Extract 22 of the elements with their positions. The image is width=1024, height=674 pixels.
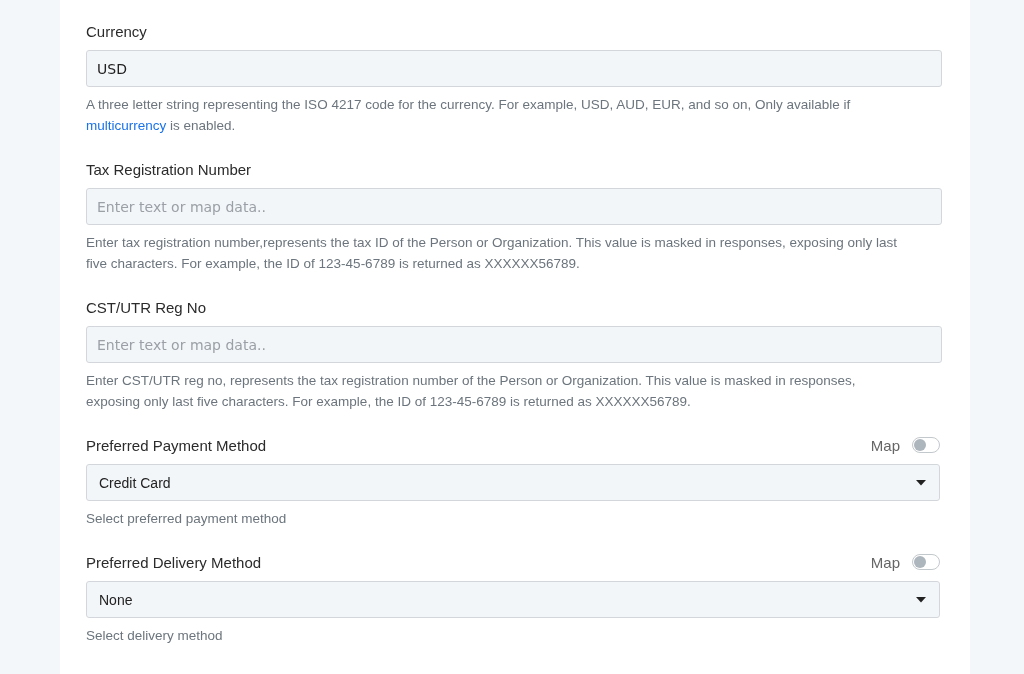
help-text: Enter tax registration number,represents the tax ID of the Person or Organization. This value is masked in responses, exposing only last five characters. For example, the ID of 123-45-6789 is returned as XXXXXX56789. bbox=[86, 234, 898, 273]
text-input-field[interactable]: Enter text or map data.. bbox=[86, 326, 942, 363]
caret-icon bbox=[916, 596, 926, 603]
map-toggle[interactable] bbox=[912, 437, 940, 453]
caret-icon bbox=[916, 479, 926, 486]
dropdown-field[interactable]: Credit Card bbox=[86, 464, 940, 501]
field-label: Tax Registration Number bbox=[86, 160, 252, 178]
map-label: Map bbox=[870, 553, 900, 571]
dropdown-field[interactable]: None bbox=[86, 581, 940, 618]
help-text: Select delivery method bbox=[86, 627, 224, 645]
field-label: Preferred Delivery Method bbox=[86, 553, 262, 571]
multicurrency-link[interactable]: multicurrency bbox=[86, 118, 167, 133]
map-toggle[interactable] bbox=[912, 554, 940, 570]
text-input-field[interactable]: USD bbox=[86, 50, 942, 87]
field-label: CST/UTR Reg No bbox=[86, 298, 207, 316]
help-text: Enter CST/UTR reg no, represents the tax registration number of the Person or Organization. This value is masked in responses, exposing only last five characters. For example, the ID of 123-45-6789 is returned as XXXXXX56789. bbox=[86, 372, 857, 411]
help-text: A three letter string representing the ISO 4217 code for the currency. For example, USD, AUD, EUR, and so on, Only available if multicurrency is enabled. bbox=[86, 96, 852, 135]
field-label: Preferred Payment Method bbox=[86, 436, 267, 454]
map-label: Map bbox=[870, 436, 900, 454]
text-input-field[interactable]: Enter text or map data.. bbox=[86, 188, 942, 225]
help-text: Select preferred payment method bbox=[86, 510, 288, 528]
field-label: Currency bbox=[86, 22, 147, 40]
